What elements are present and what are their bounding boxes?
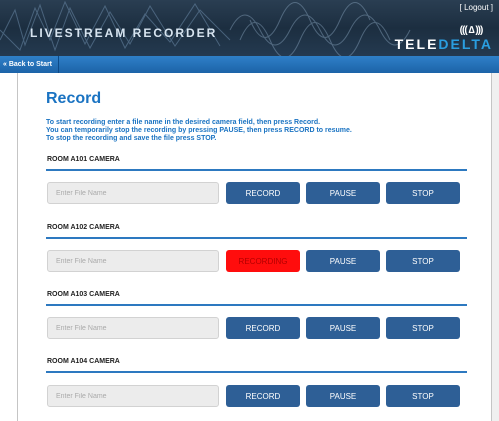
instruction-line-2: You can temporarily stop the recording b… xyxy=(46,127,352,134)
pause-button-a103[interactable]: PAUSE xyxy=(306,317,380,339)
instruction-line-3: To stop the recording and save the file … xyxy=(46,135,217,142)
camera-divider xyxy=(46,371,467,373)
instruction-line-1: To start recording enter a file name in … xyxy=(46,119,321,126)
record-button-a103[interactable]: RECORD xyxy=(226,317,300,339)
brand-name-part1: TELE xyxy=(394,36,439,52)
pause-button-a104[interactable]: PAUSE xyxy=(306,385,380,407)
file-name-input-a104[interactable] xyxy=(47,385,219,407)
pause-button-a101[interactable]: PAUSE xyxy=(306,182,380,204)
file-name-input-a101[interactable] xyxy=(47,182,219,204)
camera-label-a101: ROOM A101 CAMERA xyxy=(47,156,120,163)
camera-label-a104: ROOM A104 CAMERA xyxy=(47,358,120,365)
file-name-input-a103[interactable] xyxy=(47,317,219,339)
stop-button-a102[interactable]: STOP xyxy=(386,250,460,272)
file-name-input-a102[interactable] xyxy=(47,250,219,272)
record-button-a102[interactable]: RECORDING xyxy=(226,250,300,272)
back-to-start-link[interactable]: « Back to Start xyxy=(0,56,60,73)
app-header: LiveStream Recorder [ Logout ] ((( ∆ )))… xyxy=(0,0,499,56)
teledelta-logo: ((( ∆ ))) TELEDELTA xyxy=(393,24,493,54)
camera-label-a103: ROOM A103 CAMERA xyxy=(47,291,120,298)
nav-bar: « Back to Start xyxy=(0,56,499,73)
page-title: Record xyxy=(46,90,102,107)
brand-name-part2: DELTA xyxy=(438,36,493,52)
camera-divider xyxy=(46,304,467,306)
logout-link[interactable]: [ Logout ] xyxy=(460,3,493,12)
camera-divider xyxy=(46,169,467,171)
app-title: LiveStream Recorder xyxy=(30,26,218,40)
brand-name: TELEDELTA xyxy=(395,37,493,52)
pause-button-a102[interactable]: PAUSE xyxy=(306,250,380,272)
camera-label-a102: ROOM A102 CAMERA xyxy=(47,224,120,231)
stop-button-a103[interactable]: STOP xyxy=(386,317,460,339)
stop-button-a101[interactable]: STOP xyxy=(386,182,460,204)
record-button-a104[interactable]: RECORD xyxy=(226,385,300,407)
page-scroll-strip xyxy=(491,73,499,421)
camera-divider xyxy=(46,237,467,239)
record-button-a101[interactable]: RECORD xyxy=(226,182,300,204)
main-content: Record To start recording enter a file n… xyxy=(17,73,492,421)
stop-button-a104[interactable]: STOP xyxy=(386,385,460,407)
